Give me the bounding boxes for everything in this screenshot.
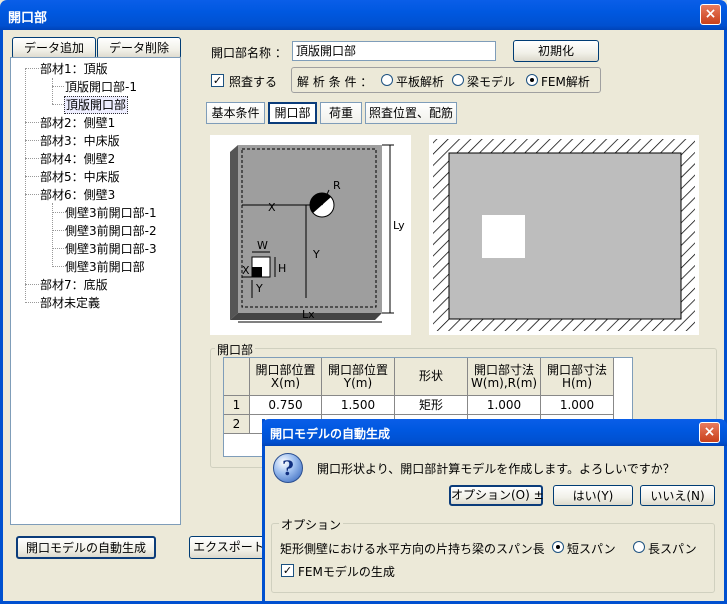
delete-data-button[interactable]: データ削除	[97, 37, 181, 59]
radio-long-span-label: 長スパン	[648, 542, 697, 556]
table-cell[interactable]: 矩形	[395, 396, 468, 415]
tree-item-member2[interactable]: 部材2：側壁1	[40, 115, 115, 131]
radio-fem-label: FEM解析	[541, 75, 590, 89]
tab-basic-conditions[interactable]: 基本条件	[206, 102, 265, 124]
option-toggle-button[interactable]: オプション(O) ±	[449, 485, 544, 506]
tree-item-wall-opening-3[interactable]: 側壁3前開口部-3	[65, 241, 157, 257]
fem-model-label: FEMモデルの生成	[298, 565, 395, 579]
radio-plate-analysis[interactable]	[381, 74, 393, 86]
radio-plate-label: 平板解析	[396, 75, 445, 89]
dialog-close-button[interactable]: ×	[699, 422, 720, 443]
radio-long-span[interactable]	[633, 541, 645, 553]
yes-button[interactable]: はい(Y)	[553, 485, 633, 506]
opening-table-group-label: 開口部	[215, 341, 256, 358]
window-close-button[interactable]: ×	[700, 4, 721, 25]
no-button[interactable]: いいえ(N)	[640, 485, 715, 506]
table-header-width[interactable]: 開口部寸法 W(m),R(m)	[468, 358, 541, 396]
opening-name-input[interactable]: 頂版開口部	[292, 41, 496, 61]
tab-check-position[interactable]: 照査位置、配筋	[365, 102, 457, 124]
tab-load[interactable]: 荷重	[320, 102, 362, 124]
diagram-label-h: H	[278, 262, 286, 275]
table-header-height[interactable]: 開口部寸法 H(m)	[541, 358, 614, 396]
tree-item-opening-selected[interactable]: 頂版開口部	[64, 96, 129, 114]
opening-preview-diagram	[429, 135, 699, 335]
table-header-shape[interactable]: 形状	[395, 358, 468, 396]
initialize-button[interactable]: 初期化	[513, 40, 599, 62]
table-row-number[interactable]: 2	[224, 415, 250, 434]
dialog-message: 開口形状より、開口部計算モデルを作成します。よろしいですか？	[317, 462, 675, 476]
table-header-y[interactable]: 開口部位置 Y(m)	[322, 358, 395, 396]
member-tree[interactable]: 部材1：頂版 頂版開口部-1 頂版開口部 部材2：側壁1 部材3：中床版 部材4…	[10, 57, 181, 525]
tree-item-opening[interactable]: 頂版開口部-1	[65, 79, 137, 95]
diagram-label-ly: Ly	[393, 219, 405, 232]
check-label: 照査する	[229, 75, 278, 89]
diagram-label-x2: X	[242, 264, 250, 277]
opening-name-label: 開口部名称 ：	[211, 46, 287, 60]
table-cell[interactable]: 1.000	[541, 396, 614, 415]
table-cell[interactable]: 1.000	[468, 396, 541, 415]
tree-item-wall-opening[interactable]: 側壁3前開口部	[65, 259, 145, 275]
diagram-label-r: R	[333, 179, 341, 192]
table-cell[interactable]: 1.500	[322, 396, 395, 415]
tab-opening[interactable]: 開口部	[268, 102, 317, 124]
opening-dimension-diagram: R X Y W H X Y Lx Ly	[210, 135, 411, 335]
radio-beam-label: 梁モデル	[467, 75, 516, 89]
radio-short-span-label: 短スパン	[567, 542, 616, 556]
tree-item-member5[interactable]: 部材5：中床版	[40, 169, 120, 185]
window-titlebar: 開口部 ×	[0, 0, 727, 30]
check-checkbox[interactable]: ✓	[211, 74, 224, 87]
dialog-title: 開口モデルの自動生成	[270, 427, 391, 441]
radio-short-span[interactable]	[552, 541, 564, 553]
table-row-number[interactable]: 1	[224, 396, 250, 415]
add-data-button[interactable]: データ追加	[12, 37, 96, 59]
diagram-label-w: W	[257, 239, 268, 252]
tree-item-member4[interactable]: 部材4：側壁2	[40, 151, 115, 167]
tree-item-member6[interactable]: 部材6：側壁3	[40, 187, 115, 203]
span-label: 矩形側壁における水平方向の片持ち梁のスパン長	[280, 542, 545, 556]
window-title: 開口部	[8, 11, 48, 26]
radio-fem-analysis[interactable]	[526, 74, 538, 86]
diagram-label-y: Y	[312, 248, 320, 261]
table-corner	[224, 358, 250, 396]
tree-item-wall-opening-1[interactable]: 側壁3前開口部-1	[65, 205, 157, 221]
option-group-label: オプション	[279, 516, 344, 533]
auto-generate-button[interactable]: 開口モデルの自動生成	[16, 536, 156, 559]
tree-item-undefined[interactable]: 部材未定義	[40, 295, 100, 311]
analysis-condition-label: 解 析 条 件 ：	[297, 75, 373, 89]
diagram-label-y2: Y	[255, 282, 263, 295]
tree-item-member1[interactable]: 部材1：頂版	[40, 61, 108, 77]
question-icon: ?	[273, 453, 303, 483]
diagram-label-x: X	[268, 201, 276, 214]
option-group	[271, 523, 715, 593]
export-button[interactable]: エクスポート	[189, 536, 269, 559]
table-header-x[interactable]: 開口部位置 X(m)	[250, 358, 322, 396]
tree-item-member3[interactable]: 部材3：中床版	[40, 133, 120, 149]
diagram-label-lx: Lx	[302, 308, 315, 321]
tree-item-wall-opening-2[interactable]: 側壁3前開口部-2	[65, 223, 157, 239]
radio-beam-model[interactable]	[452, 74, 464, 86]
dialog-titlebar: 開口モデルの自動生成 ×	[262, 419, 727, 446]
table-cell[interactable]: 0.750	[250, 396, 322, 415]
tree-item-member7[interactable]: 部材7：底版	[40, 277, 108, 293]
fem-model-checkbox[interactable]: ✓	[281, 564, 294, 577]
